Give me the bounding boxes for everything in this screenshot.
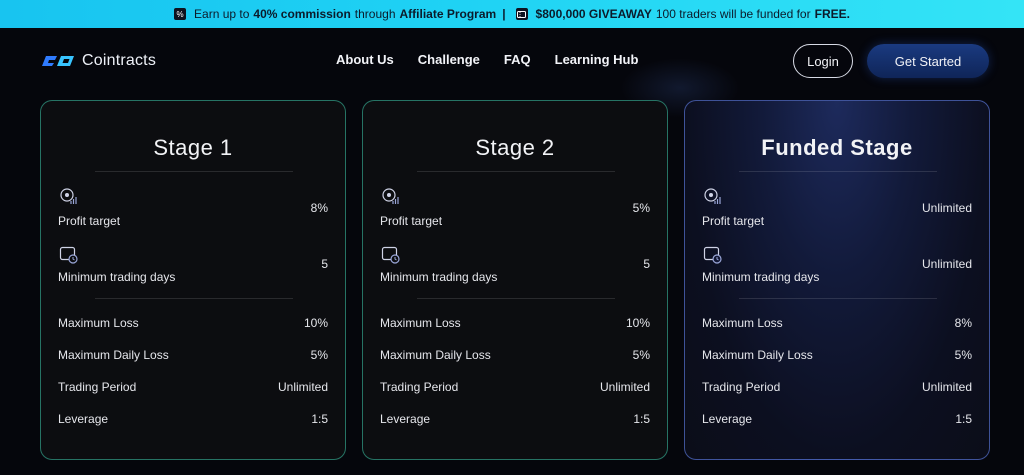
profit-target-label: Profit target [58, 214, 121, 228]
card-divider [739, 171, 937, 172]
main-nav: About Us Challenge FAQ Learning Hub [336, 52, 638, 67]
profit-target-label: Profit target [702, 214, 765, 228]
nav-challenge[interactable]: Challenge [418, 52, 480, 67]
banner-text-through: through [354, 7, 396, 21]
trading-period-label: Trading Period [380, 380, 459, 394]
nav-faq[interactable]: FAQ [504, 52, 531, 67]
ticket-icon [515, 8, 528, 20]
min-trading-days-value: 5 [321, 257, 328, 271]
profit-target-value: Unlimited [921, 201, 972, 215]
trading-period-label: Trading Period [702, 380, 781, 394]
max-daily-loss-value: 5% [310, 348, 328, 362]
card-divider [417, 171, 615, 172]
calendar-clock-icon [59, 245, 79, 265]
banner-text-earn: Earn up to [194, 7, 250, 21]
stage-card: Stage 2 Profit target 5% Minimum trading… [362, 100, 668, 460]
min-trading-days-label: Minimum trading days [380, 270, 498, 284]
card-title: Stage 1 [153, 135, 233, 160]
max-daily-loss-value: 5% [632, 348, 650, 362]
min-trading-days-label: Minimum trading days [702, 270, 820, 284]
nav-learning-hub[interactable]: Learning Hub [555, 52, 639, 67]
leverage-label: Leverage [380, 412, 431, 426]
card-divider [95, 298, 293, 299]
max-daily-loss-label: Maximum Daily Loss [58, 348, 169, 362]
funded-stage-card: Funded Stage Profit target Unlimited Min… [684, 100, 990, 460]
site-header: Cointracts About Us Challenge FAQ Learni… [0, 28, 1024, 118]
trading-period-value: Unlimited [599, 380, 650, 394]
logo-text: Cointracts [82, 52, 157, 69]
max-daily-loss-label: Maximum Daily Loss [380, 348, 491, 362]
max-loss-label: Maximum Loss [702, 316, 783, 330]
max-daily-loss-label: Maximum Daily Loss [702, 348, 813, 362]
max-daily-loss-value: 5% [954, 348, 972, 362]
promo-banner: % Earn up to 40% commission through Affi… [0, 0, 1024, 28]
profit-target-label: Profit target [380, 214, 443, 228]
banner-separator: | [502, 7, 506, 21]
trading-period-label: Trading Period [58, 380, 137, 394]
banner-commission: 40% commission [253, 7, 351, 21]
card-title: Stage 2 [475, 135, 555, 160]
banner-giveaway: $800,000 GIVEAWAY [535, 7, 652, 21]
leverage-value: 1:5 [955, 412, 972, 426]
trading-period-value: Unlimited [277, 380, 328, 394]
profit-target-value: 8% [310, 201, 328, 215]
leverage-label: Leverage [702, 412, 753, 426]
logo-icon [42, 56, 74, 66]
stage-card: Stage 1 Profit target 8% Minimum trading… [40, 100, 346, 460]
min-trading-days-label: Minimum trading days [58, 270, 176, 284]
max-loss-value: 10% [625, 316, 650, 330]
calendar-clock-icon [381, 245, 401, 265]
target-chart-icon [381, 187, 401, 207]
card-divider [95, 171, 293, 172]
login-button[interactable]: Login [793, 44, 853, 78]
max-loss-value: 8% [954, 316, 972, 330]
max-loss-label: Maximum Loss [58, 316, 139, 330]
get-started-button[interactable]: Get Started [867, 44, 989, 78]
card-title: Funded Stage [761, 135, 913, 160]
leverage-value: 1:5 [633, 412, 650, 426]
leverage-value: 1:5 [311, 412, 328, 426]
percent-icon: % [174, 8, 187, 20]
affiliate-program-link[interactable]: Affiliate Program [400, 7, 497, 21]
min-trading-days-value: Unlimited [921, 257, 972, 271]
banner-free: FREE. [814, 7, 850, 21]
leverage-label: Leverage [58, 412, 109, 426]
logo[interactable]: Cointracts [40, 52, 156, 70]
card-divider [739, 298, 937, 299]
card-divider [417, 298, 615, 299]
calendar-clock-icon [703, 245, 723, 265]
max-loss-value: 10% [303, 316, 328, 330]
banner-text-traders: 100 traders will be funded for [655, 7, 811, 21]
max-loss-label: Maximum Loss [380, 316, 461, 330]
target-chart-icon [59, 187, 79, 207]
target-chart-icon [703, 187, 723, 207]
nav-about-us[interactable]: About Us [336, 52, 394, 67]
trading-period-value: Unlimited [921, 380, 972, 394]
profit-target-value: 5% [632, 201, 650, 215]
min-trading-days-value: 5 [643, 257, 650, 271]
